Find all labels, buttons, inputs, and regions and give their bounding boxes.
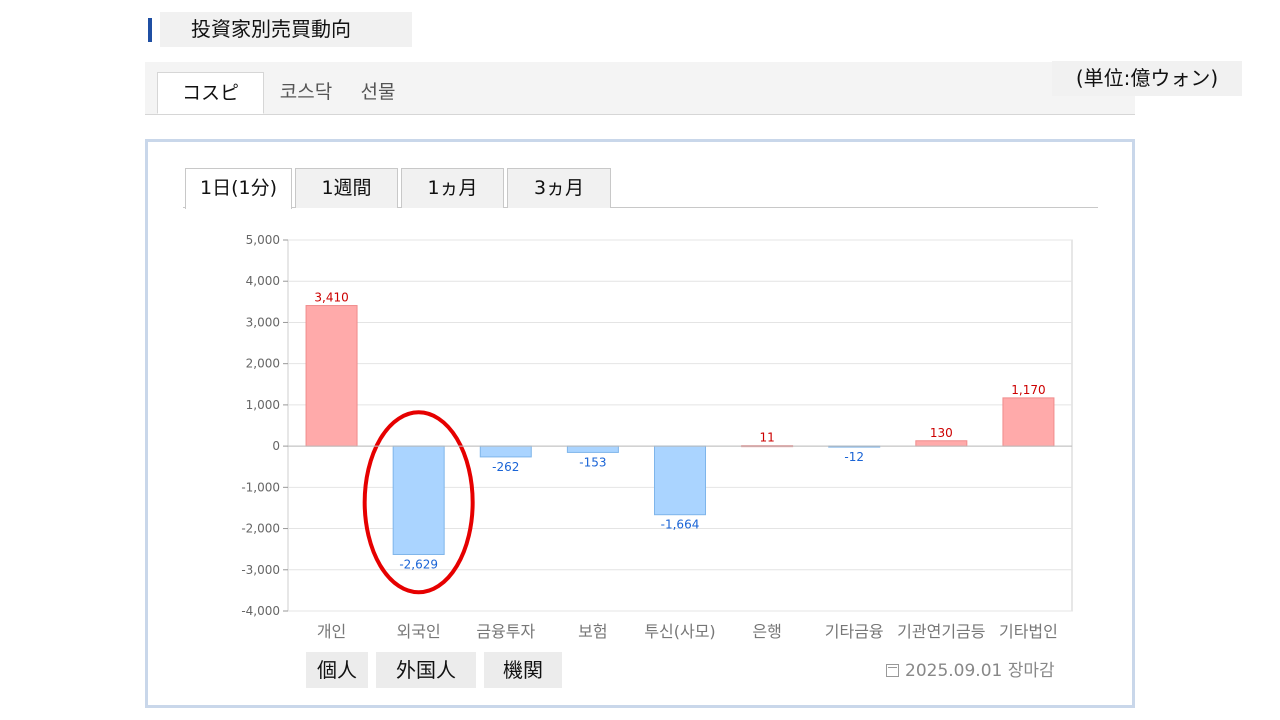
- bar-투신(사모): [654, 445, 706, 516]
- data-label: 130: [930, 426, 953, 440]
- y-tick-label: 4,000: [246, 274, 280, 288]
- investor-bar-chart: 5,000 4,000 3,000 2,000 1,000 0 -1,000 -2,000 -3…: [241, 233, 1073, 641]
- bar-기관연기금등: [915, 440, 968, 447]
- x-category-label: 기타금융: [825, 622, 884, 641]
- y-tick-label: -2,000: [241, 522, 280, 536]
- x-category-label: 금융투자: [476, 622, 535, 641]
- x-category-label: 은행: [752, 622, 781, 641]
- y-tick-label: 2,000: [246, 357, 280, 371]
- x-category-label: 기타법인: [999, 622, 1058, 641]
- unit-label: (単位:億ウォン): [1052, 61, 1242, 96]
- plot-frame: [287, 239, 1073, 612]
- y-tick-label: 3,000: [246, 315, 280, 329]
- bar-금융투자: [479, 445, 532, 458]
- y-tick-label: 1,000: [246, 398, 280, 412]
- chart-panel: 1日(1分) 1週間 1ヵ月 3ヵ月 5,000 4,000 3,000 2,000 1…: [145, 139, 1135, 708]
- y-tick-label: 5,000: [246, 233, 280, 247]
- investor-label-individual: 個人: [306, 652, 368, 688]
- y-tick-label: 0: [272, 439, 280, 453]
- x-category-label: 기관연기금등: [897, 622, 985, 641]
- bar-기타법인: [1002, 397, 1055, 447]
- y-tick-label: -1,000: [241, 480, 280, 494]
- calendar-icon: [886, 664, 899, 677]
- investor-label-foreign: 外国人: [376, 652, 476, 688]
- data-label: -262: [492, 460, 519, 474]
- data-label: 1,170: [1011, 383, 1045, 397]
- y-tick-label: -3,000: [241, 563, 280, 577]
- y-tick-label: -4,000: [241, 604, 280, 618]
- data-label: -12: [844, 450, 864, 464]
- data-label: -153: [579, 455, 606, 469]
- market-tabs: コスピ 코스닥 선물: [145, 62, 1135, 115]
- tab-futures[interactable]: 선물: [353, 72, 403, 114]
- tab-kospi[interactable]: コスピ: [157, 72, 264, 114]
- x-category-label: 보험: [578, 622, 607, 641]
- tab-kosdaq[interactable]: 코스닥: [271, 72, 341, 114]
- date-stamp-text: 2025.09.01 장마감: [905, 661, 1055, 681]
- x-category-label: 개인: [317, 622, 346, 641]
- data-label: -2,629: [399, 557, 438, 571]
- bar-개인: [305, 305, 358, 447]
- date-stamp: 2025.09.01 장마감: [886, 660, 1055, 682]
- bar-외국인: [392, 445, 445, 555]
- data-label: -1,664: [661, 518, 700, 532]
- x-category-label: 투신(사모): [644, 622, 715, 641]
- bar-보험: [566, 445, 619, 453]
- x-category-label: 외국인: [397, 622, 441, 641]
- data-label: 11: [759, 431, 774, 445]
- section-accent-bar: [148, 18, 152, 42]
- section-title: 投資家別売買動向: [160, 12, 412, 47]
- investor-label-institution: 機関: [484, 652, 562, 688]
- data-label: 3,410: [314, 291, 348, 305]
